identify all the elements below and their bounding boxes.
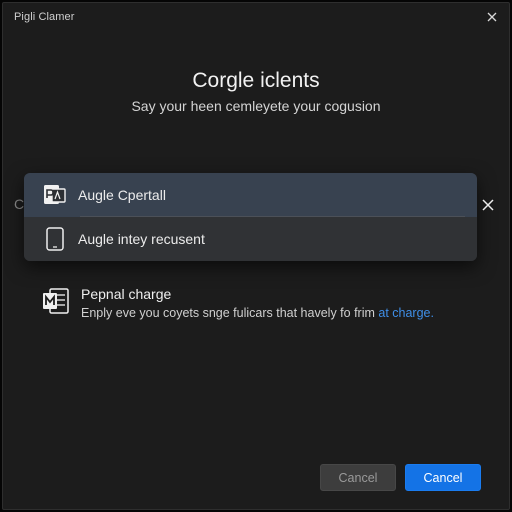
charge-link[interactable]: at charge. [378,306,434,320]
obscured-field-text: C [14,196,25,212]
dropdown-item-augle-intey-recusent[interactable]: Augle intey recusent [24,217,477,261]
close-icon [487,12,497,22]
window-close-button[interactable] [483,8,501,26]
dropdown-item-augle-cpertall[interactable]: Augle Cpertall [24,173,477,217]
dropdown-item-label: Augle Cpertall [78,187,166,203]
option-title: Pepnal charge [81,286,172,302]
dialog-window: Pigli Clamer Corgle iclents Say your hee… [2,2,510,510]
dialog-subheading: Say your heen cemleyete your cogusion [131,98,381,114]
dropdown-close-button[interactable] [480,197,496,213]
office-document-icon [41,286,71,316]
dropdown-item-label: Augle intey recusent [78,231,205,247]
cancel-button-primary[interactable]: Cancel [405,464,481,491]
dialog-heading: Corgle iclents [192,69,320,92]
personal-charge-option[interactable]: Pepnal charge Enply eve you coyets snge … [41,286,481,326]
option-description: Enply eve you coyets snge fulicars that … [81,306,434,320]
close-icon [482,199,494,211]
title-bar: Pigli Clamer [3,3,509,31]
cancel-button-secondary[interactable]: Cancel [320,464,396,491]
tablet-device-icon [43,227,67,251]
option-description-text: Enply eve you coyets snge fulicars that … [81,306,379,320]
account-dropdown: Augle Cpertall Augle intey recusent [24,173,477,261]
app-document-icon [43,183,67,207]
window-title: Pigli Clamer [14,11,75,23]
